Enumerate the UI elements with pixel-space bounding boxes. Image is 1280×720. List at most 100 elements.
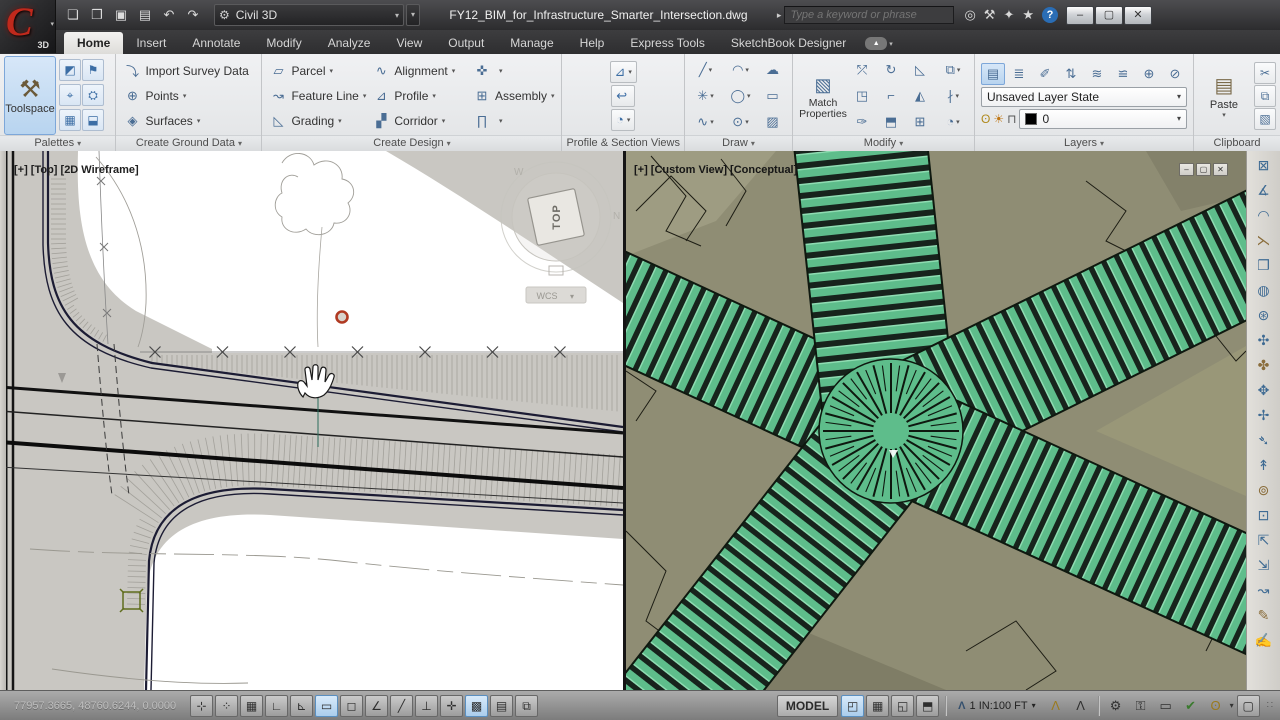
annotation-autoscale-icon[interactable]: Λ [1070, 695, 1092, 717]
status-bar-menu-icon[interactable]: ▭ [1155, 695, 1177, 717]
drawing-status-icon[interactable]: ✔ [1180, 695, 1202, 717]
bearing-icon[interactable]: ⋋ [1251, 228, 1277, 253]
viewport-2d-plan[interactable]: N W TOP WCS ▾ [0, 151, 623, 690]
trim-icon[interactable]: ◺ [907, 57, 935, 82]
vp-minimize-button[interactable]: – [1179, 163, 1194, 176]
ribbon-item[interactable]: ✜▾ [470, 58, 558, 83]
copy-clip-icon[interactable]: ⧉ [1254, 85, 1276, 107]
angle-measure-icon[interactable]: ∡ [1251, 178, 1277, 203]
viewport-3d-conceptual[interactable] [626, 151, 1246, 690]
ribbon-item-grading[interactable]: ◺Grading▾ [266, 108, 369, 133]
break-icon[interactable]: ∤▾ [936, 83, 970, 108]
ribbon-item-points[interactable]: ⊕Points▾ [120, 83, 255, 108]
viewport-right-label[interactable]: [+] [Custom View] [Conceptual] [634, 164, 797, 176]
mirror-icon[interactable]: ◭ [907, 83, 935, 108]
circle-tool-icon[interactable]: ◯▾ [724, 83, 758, 108]
search-expand-icon[interactable]: ▸ [777, 10, 782, 21]
ribbon-minimize-control[interactable]: ▲ ▾ [865, 37, 893, 50]
paste-button[interactable]: ▤ Paste ▾ [1198, 71, 1250, 121]
tab-modify[interactable]: Modify [253, 32, 314, 54]
layer-properties-icon[interactable]: ▤ [981, 63, 1005, 85]
quick-view-drawings-icon[interactable]: ⬒ [916, 695, 939, 717]
array-icon[interactable]: ⊞ [907, 109, 935, 134]
ribbon-item[interactable]: ∏▾ [470, 108, 558, 133]
infer-constraints-toggle[interactable]: ⊹ [190, 695, 213, 717]
toolspace-prospector-icon[interactable]: ◩ [59, 59, 81, 81]
panel-title-create-design[interactable]: Create Design▾ [262, 135, 561, 151]
match-properties-button[interactable]: ▧ Match Properties [797, 56, 849, 135]
polyline-tool-icon[interactable]: ∿▾ [689, 109, 723, 134]
point-number-icon[interactable]: ✣ [1251, 328, 1277, 353]
workspace-switching-icon[interactable]: ⚙ [1105, 695, 1127, 717]
maximize-button[interactable]: ▢ [1095, 6, 1123, 25]
layer-states-manager-icon[interactable]: ≣ [1007, 63, 1031, 85]
tab-home[interactable]: Home [64, 32, 123, 54]
layer-edit-icon[interactable]: ✐ [1033, 63, 1057, 85]
new-file-icon[interactable]: ❏ [62, 4, 84, 26]
tab-annotate[interactable]: Annotate [179, 32, 253, 54]
point-slope-icon[interactable]: ✢ [1251, 403, 1277, 428]
ribbon-item-parcel[interactable]: ▱Parcel▾ [266, 58, 369, 83]
toolbar-lock-icon[interactable]: ⚿ [1130, 695, 1152, 717]
stretch-icon[interactable]: ◳ [849, 83, 877, 108]
object-snap-tracking-toggle[interactable]: ∠ [365, 695, 388, 717]
vp-close-button[interactable]: ✕ [1213, 163, 1228, 176]
arc-transparent-icon[interactable]: ◠ [1251, 203, 1277, 228]
tab-view[interactable]: View [383, 32, 435, 54]
exchange-apps-icon[interactable]: ⚒ [984, 7, 996, 23]
annotation-scale-dropdown[interactable]: Λ 1 IN:100 FT ▾ [952, 695, 1041, 717]
panorama-icon[interactable]: ▦ [59, 109, 81, 131]
slope-grade-icon[interactable]: ↝ [1251, 578, 1277, 603]
ribbon-item-feature-line[interactable]: ↝Feature Line▾ [266, 83, 369, 108]
ribbon-item-alignment[interactable]: ∿Alignment▾ [369, 58, 470, 83]
quick-properties-toggle[interactable]: ▤ [490, 695, 513, 717]
annotation-visibility-icon[interactable]: Λ [1045, 695, 1067, 717]
workspace-extra-caret[interactable]: ▾ [406, 4, 420, 26]
model-space-icon[interactable]: ◰ [841, 695, 864, 717]
undo-icon[interactable]: ↶ [158, 4, 180, 26]
revision-cloud-icon[interactable]: ☁ [759, 57, 789, 82]
ribbon-item-assembly[interactable]: ⊞Assembly▾ [470, 83, 558, 108]
move-icon[interactable]: ⤱ [849, 57, 877, 82]
current-layer-dropdown[interactable]: 0 ▾ [1019, 109, 1187, 129]
tab-output[interactable]: Output [435, 32, 497, 54]
toolbox-icon[interactable]: ⛭ [82, 84, 104, 106]
save-icon[interactable]: ▣ [110, 4, 132, 26]
tab-help[interactable]: Help [567, 32, 618, 54]
coordinate-readout[interactable]: 77957.3665, 48760.6244, 0.0000 [6, 696, 184, 716]
lineweight-toggle[interactable]: ✛ [440, 695, 463, 717]
ellipse-tool-icon[interactable]: ⊙▾ [724, 109, 758, 134]
station-offset-icon[interactable]: ↟ [1251, 453, 1277, 478]
survey-stakes-icon[interactable]: ⚑ [82, 59, 104, 81]
ribbon-item-profile[interactable]: ⊿Profile▾ [369, 83, 470, 108]
fillet-icon[interactable]: ◔▾ [936, 109, 970, 134]
offset-icon[interactable]: ⌐ [878, 83, 906, 108]
line-tool-icon[interactable]: ╱▾ [689, 57, 723, 82]
ribbon-item-import-survey-data[interactable]: ⤵Import Survey Data [120, 58, 255, 83]
markup-icon[interactable]: ✍ [1251, 628, 1277, 653]
viewport-left-label[interactable]: [+] [Top] [2D Wireframe] [14, 164, 139, 176]
sample-lines-icon[interactable]: ↩ [611, 85, 635, 107]
erase-icon[interactable]: ✑ [849, 109, 877, 134]
layer-on-icon[interactable]: ʘ [981, 112, 990, 126]
hardware-accel-icon[interactable]: ʘ [1205, 695, 1227, 717]
application-menu-button[interactable]: C 3D ▾ [0, 0, 56, 53]
geolocation-icon[interactable]: ◍ [1251, 278, 1277, 303]
paste-special-icon[interactable]: ▧ [1254, 108, 1276, 130]
tab-insert[interactable]: Insert [123, 32, 179, 54]
minimize-button[interactable]: – [1066, 6, 1094, 25]
clean-screen-button[interactable]: ▢ [1237, 695, 1260, 717]
layer-thaw-icon[interactable]: ☀ [993, 112, 1004, 126]
object-snap-toggle[interactable]: ▭ [315, 695, 338, 717]
construction-line-icon[interactable]: ✳▾ [689, 83, 723, 108]
vp-restore-button[interactable]: ▢ [1196, 163, 1211, 176]
dynamic-input-toggle[interactable]: ⊥ [415, 695, 438, 717]
ribbon-item-corridor[interactable]: ▞Corridor▾ [369, 108, 470, 133]
tab-manage[interactable]: Manage [497, 32, 566, 54]
polar-tracking-toggle[interactable]: ⊾ [290, 695, 313, 717]
section-views-icon[interactable]: ◔▾ [611, 109, 635, 131]
panel-title-layers[interactable]: Layers▾ [975, 135, 1193, 151]
rectangle-tool-icon[interactable]: ▭ [759, 83, 789, 108]
redo-icon[interactable]: ↷ [182, 4, 204, 26]
layer-isolate-icon[interactable]: ⇅ [1059, 63, 1083, 85]
